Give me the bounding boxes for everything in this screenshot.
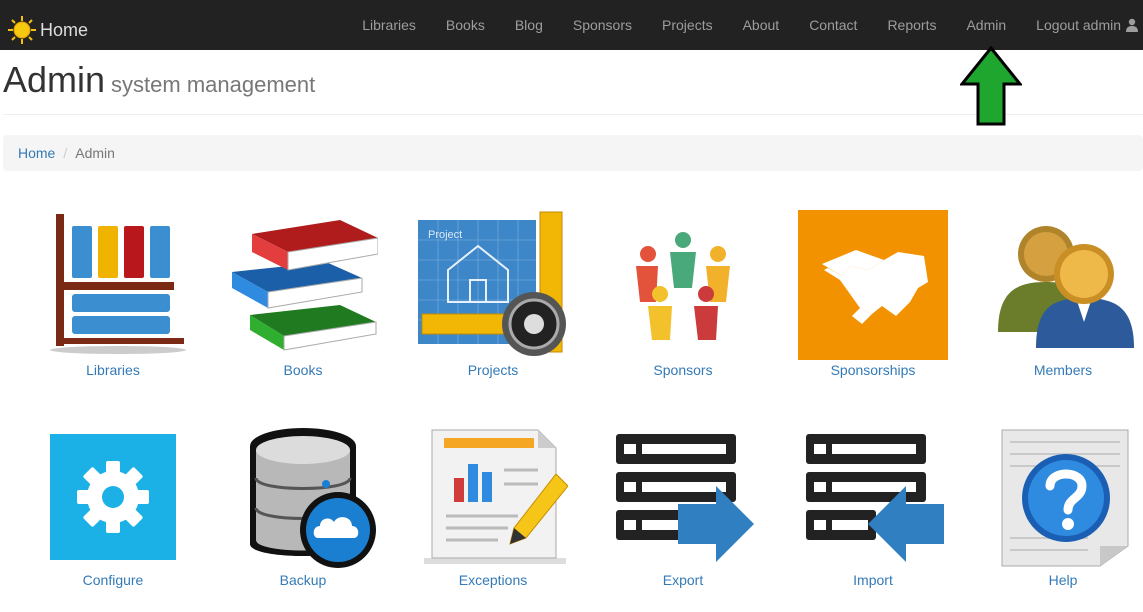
tile-exceptions[interactable]: Exceptions: [398, 420, 588, 600]
breadcrumb-current: Admin: [75, 145, 115, 161]
nav-admin[interactable]: Admin: [951, 0, 1021, 50]
nav-menu: Libraries Books Blog Sponsors Projects A…: [347, 0, 1143, 50]
brand-home-link[interactable]: Home: [6, 14, 88, 46]
books-icon: [228, 210, 378, 360]
tile-books[interactable]: Books: [208, 210, 398, 390]
nav-blog[interactable]: Blog: [500, 0, 558, 50]
sponsors-icon: [608, 210, 758, 360]
members-icon: [988, 210, 1138, 360]
brand-label: Home: [40, 19, 89, 40]
tile-members-label: Members: [1033, 362, 1093, 378]
breadcrumb-home[interactable]: Home: [18, 145, 55, 161]
tile-export[interactable]: Export: [588, 420, 778, 600]
nav-books[interactable]: Books: [431, 0, 500, 50]
page-title-text: Admin: [3, 59, 106, 100]
tile-configure-label: Configure: [82, 572, 144, 588]
tile-members[interactable]: Members: [968, 210, 1143, 390]
tile-backup-label: Backup: [279, 572, 327, 588]
breadcrumb-separator: /: [63, 145, 68, 161]
tile-exceptions-label: Exceptions: [458, 572, 528, 588]
tile-libraries-label: Libraries: [86, 362, 140, 378]
nav-sponsors[interactable]: Sponsors: [558, 0, 647, 50]
tile-sponsorships[interactable]: Sponsorships: [778, 210, 968, 390]
breadcrumb: Home / Admin: [3, 135, 1143, 171]
tile-export-label: Export: [662, 572, 704, 588]
svg-text:Project: Project: [428, 229, 462, 241]
tile-backup[interactable]: Backup: [208, 420, 398, 600]
backup-icon: [228, 420, 378, 570]
tile-help-label: Help: [1048, 572, 1078, 588]
nav-projects[interactable]: Projects: [647, 0, 728, 50]
libraries-icon: [38, 210, 188, 360]
tile-import-label: Import: [853, 572, 893, 588]
tile-sponsorships-label: Sponsorships: [830, 362, 916, 378]
nav-contact[interactable]: Contact: [794, 0, 872, 50]
configure-icon: [38, 420, 188, 570]
navbar: Home Libraries Books Blog Sponsors Proje…: [0, 0, 1143, 50]
tile-help[interactable]: Help: [968, 420, 1143, 600]
tile-books-label: Books: [283, 362, 323, 378]
nav-libraries[interactable]: Libraries: [347, 0, 431, 50]
help-icon: [988, 420, 1138, 570]
nav-logout[interactable]: Logout admin: [1021, 0, 1143, 50]
green-up-arrow-icon: [960, 46, 1022, 126]
handshake-icon: [798, 210, 948, 360]
page-subtitle: system management: [111, 72, 316, 97]
user-icon: [1126, 18, 1138, 32]
exceptions-icon: [418, 420, 568, 570]
tile-sponsors[interactable]: Sponsors: [588, 210, 778, 390]
nav-about[interactable]: About: [728, 0, 795, 50]
nav-reports[interactable]: Reports: [872, 0, 951, 50]
tile-projects[interactable]: Project Projects: [398, 210, 588, 390]
import-icon: [798, 420, 948, 570]
logout-label: Logout admin: [1036, 17, 1121, 33]
tile-sponsors-label: Sponsors: [653, 362, 713, 378]
projects-icon: Project: [418, 210, 568, 360]
export-icon: [608, 420, 758, 570]
sun-icon: [8, 16, 36, 44]
tile-import[interactable]: Import: [778, 420, 968, 600]
tile-projects-label: Projects: [467, 362, 519, 378]
tile-libraries[interactable]: Libraries: [18, 210, 208, 390]
tile-configure[interactable]: Configure: [18, 420, 208, 600]
